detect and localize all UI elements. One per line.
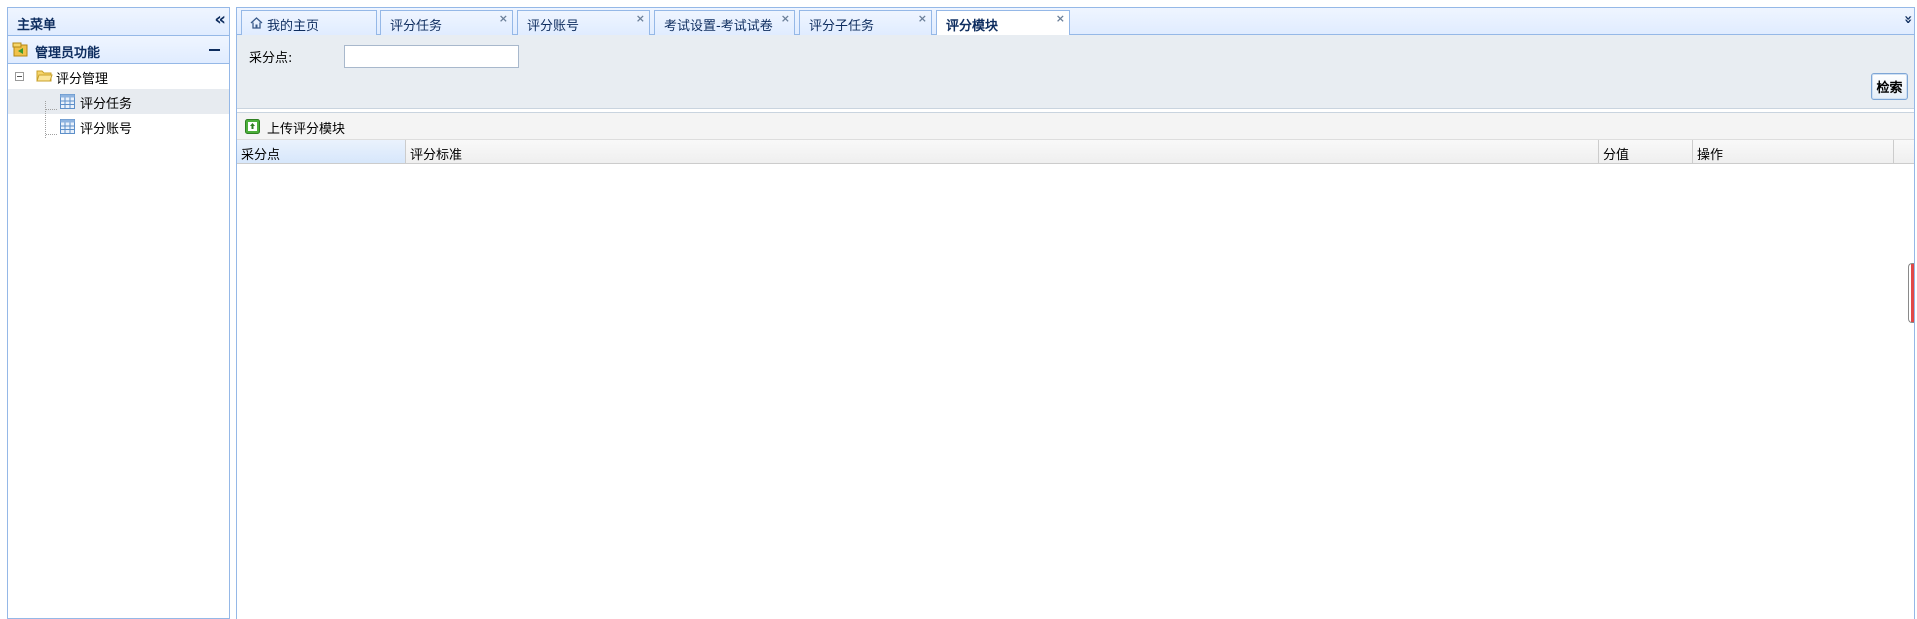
grid-toolbar: 上传评分模块 [237,113,1914,140]
tree-connector [45,101,46,138]
column-label: 评分标准 [410,148,463,163]
sidebar-header: 主菜单 « [8,8,229,36]
section-label: 管理员功能 [35,46,101,61]
tree-node-scoring-task[interactable]: 评分任务 [8,89,229,114]
tree-node-label: 评分账号 [80,122,133,137]
tree-node-label: 评分任务 [80,97,133,112]
tab-label: 评分子任务 [809,19,875,34]
table-icon [60,94,75,109]
scoring-point-input[interactable] [344,45,519,68]
home-icon [250,17,263,29]
close-tab-icon[interactable]: × [499,12,508,25]
tab-label: 我的主页 [267,19,320,34]
column-label: 采分点 [241,148,281,163]
tab-label: 评分任务 [390,19,443,34]
admin-module-icon [12,42,28,57]
tree-connector [46,109,57,110]
scroll-indicator[interactable] [1908,263,1914,323]
grid-header: 采分点 评分标准 分值 操作 [237,140,1914,164]
tree-toggle-icon[interactable] [15,72,24,81]
main-panel: 我的主页 评分任务 × 评分账号 × 考试设置-考试试卷 × 评分子任务 × 评… [236,7,1916,619]
tab-scoring-subtask[interactable]: 评分子任务 × [799,10,932,35]
tree-node-label: 评分管理 [56,72,109,87]
tab-label: 评分账号 [527,19,580,34]
column-label: 操作 [1697,148,1724,163]
tab-exam-settings[interactable]: 考试设置-考试试卷 × [654,10,795,35]
sidebar-title: 主菜单 [17,18,57,33]
tab-bar: 我的主页 评分任务 × 评分账号 × 考试设置-考试试卷 × 评分子任务 × 评… [237,8,1916,36]
close-tab-icon[interactable]: × [781,12,790,25]
close-tab-icon[interactable]: × [636,12,645,25]
search-panel: 采分点: 检索 [237,35,1914,109]
admin-functions-section[interactable]: 管理员功能 [8,36,229,64]
close-tab-icon[interactable]: × [1056,12,1065,25]
column-header-actions[interactable]: 操作 [1693,140,1894,163]
tree-node-scoring-management[interactable]: 评分管理 [8,64,229,89]
close-tab-icon[interactable]: × [918,12,927,25]
upload-module-button[interactable]: 上传评分模块 [267,118,345,137]
tab-home[interactable]: 我的主页 [241,10,377,35]
data-grid: 上传评分模块 采分点 评分标准 分值 操作 [237,112,1914,619]
grid-body [237,164,1914,619]
tab-label: 考试设置-考试试卷 [664,19,773,34]
search-button[interactable]: 检索 [1871,73,1908,100]
folder-open-icon [36,70,53,82]
app-root: 主菜单 « 管理员功能 评分管理 评分任务 评分账号 我的主页 评分任务 × 评… [0,0,1917,619]
table-icon [60,119,75,134]
upload-icon[interactable] [245,119,260,134]
column-header-scoring-standard[interactable]: 评分标准 [406,140,1599,163]
column-header-score[interactable]: 分值 [1599,140,1693,163]
sidebar: 主菜单 « 管理员功能 评分管理 评分任务 评分账号 [7,7,230,619]
column-label: 分值 [1603,148,1630,163]
collapse-sidebar-icon[interactable]: « [214,11,226,29]
tab-label: 评分模块 [946,19,999,34]
scoring-point-label: 采分点: [249,51,293,66]
tab-scoring-module[interactable]: 评分模块 × [936,10,1070,36]
tab-scoring-task[interactable]: 评分任务 × [380,10,513,35]
tab-scroll-icon[interactable]: » [1900,15,1916,21]
collapse-section-icon[interactable] [209,49,220,51]
tree-node-scoring-account[interactable]: 评分账号 [8,114,229,139]
column-header-scoring-point[interactable]: 采分点 [237,140,406,163]
tab-scoring-account[interactable]: 评分账号 × [517,10,650,35]
menu-tree: 评分管理 评分任务 评分账号 [8,64,229,139]
tree-connector [46,134,57,135]
